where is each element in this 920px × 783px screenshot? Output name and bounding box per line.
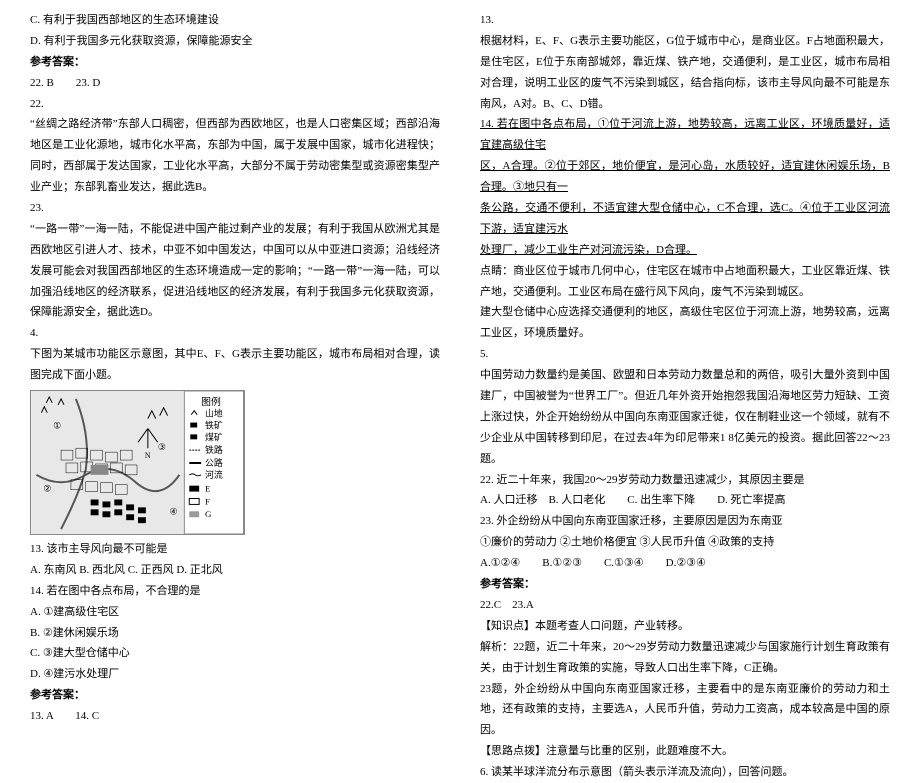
svg-text:煤矿: 煤矿 [205,431,223,442]
svg-text:E: E [205,484,210,494]
svg-text:②: ② [43,484,51,494]
answer-value-1: 22. B 23. D [30,73,440,94]
explain-points: 点睛：商业区位于城市几何中心，住宅区在城市中占地面积最大，工业区靠近煤、铁产地，… [480,261,890,303]
svg-text:①: ① [53,421,61,431]
svg-text:G: G [205,509,212,519]
option-d: D. 有利于我国多元化获取资源，保障能源安全 [30,31,440,52]
svg-text:铁路: 铁路 [205,444,223,455]
explain-23-num: 23. [30,198,440,219]
svg-text:河流: 河流 [205,469,223,480]
question-14-b: B. ②建休闲娱乐场 [30,623,440,644]
city-function-map: ① ② ③ ④ N 图例 山地 铁矿 煤矿 铁路 公路 河流 E F G [30,390,245,535]
question-14: 14. 若在图中各点布局，不合理的是 [30,581,440,602]
explain-14-line4: 处理厂，减少工业生产对河流污染，D合理。 [480,240,890,261]
question-22: 22. 近二十年来，我国20～29岁劳动力数量迅速减少，其原因主要是 [480,470,890,491]
question-14-c: C. ③建大型仓储中心 [30,643,440,664]
explain-23-text: “一路一带”一海一陆，不能促进中国产能过剩产业的发展；有利于我国从欧洲尤其是西欧… [30,219,440,323]
explain-13-text: 根据材料，E、F、G表示主要功能区，G位于城市中心，是商业区。F占地面积最大，是… [480,31,890,115]
explain-points-2: 建大型仓储中心应选择交通便利的地区，高级住宅区位于河流上游，地势较高，远离工业区… [480,302,890,344]
question-13-options: A. 东南风 B. 西北风 C. 正西风 D. 正北风 [30,560,440,581]
svg-text:F: F [205,496,210,506]
answer-label-2: 参考答案： [30,685,440,706]
explain-14-line3: 条公路，交通不便利，不适宜建大型仓储中心，C不合理，选C。④位于工业区河流下游，… [480,198,890,240]
left-column: C. 有利于我国西部地区的生态环境建设 D. 有利于我国多元化获取资源，保障能源… [30,10,440,641]
svg-text:铁矿: 铁矿 [205,420,223,431]
question-22-options: A. 人口迁移 B. 人口老化 C. 出生率下降 D. 死亡率提高 [480,490,890,511]
question-23-options: A.①②④ B.①②③ C.①③④ D.②③④ [480,553,890,574]
explain-14-line2: 区，A合理。②位于郊区，地价便宜，是河心岛，水质较好，适宜建休闲娱乐场，B合理。… [480,156,890,198]
thinking-tip: 【思路点拨】注意量与比重的区别，此题难度不大。 [480,741,890,762]
question-23: 23. 外企纷纷从中国向东南亚国家迁移，主要原因是因为东南亚 [480,511,890,532]
question-6: 6. 读某半球洋流分布示意图（箭头表示洋流及流向），回答问题。 [480,762,890,783]
question-14-d: D. ④建污水处理厂 [30,664,440,685]
explain-23b: 23题，外企纷纷从中国向东南亚国家迁移，主要看中的是东南亚廉价的劳动力和土地，还… [480,679,890,742]
answer-value-3: 22.C 23.A [480,595,890,616]
right-column: 13. 根据材料，E、F、G表示主要功能区，G位于城市中心，是商业区。F占地面积… [480,10,890,641]
question-13: 13. 该市主导风向最不可能是 [30,539,440,560]
explain-22-text: “丝绸之路经济带”东部人口稠密，但西部为西欧地区，也是人口密集区域；西部沿海地区… [30,114,440,198]
svg-text:③: ③ [158,442,166,452]
svg-text:N: N [145,451,151,460]
svg-text:山地: 山地 [205,408,223,419]
question-4-num: 4. [30,323,440,344]
question-23-items: ①廉价的劳动力 ②土地价格便宜 ③人民币升值 ④政策的支持 [480,532,890,553]
knowledge-point: 【知识点】本题考查人口问题，产业转移。 [480,616,890,637]
explain-22b: 解析：22题，近二十年来，20～29岁劳动力数量迅速减少与国家施行计划生育政策有… [480,637,890,679]
question-5-text: 中国劳动力数量约是美国、欧盟和日本劳动力数量总和的两倍，吸引大量外资到中国建厂，… [480,365,890,469]
svg-text:图例: 图例 [201,395,221,408]
answer-value-2: 13. A 14. C [30,706,440,727]
explain-13-num: 13. [480,10,890,31]
question-14-a: A. ①建高级住宅区 [30,602,440,623]
svg-text:公路: 公路 [205,457,223,468]
explain-22-num: 22. [30,94,440,115]
option-c: C. 有利于我国西部地区的生态环境建设 [30,10,440,31]
question-4-text: 下图为某城市功能区示意图，其中E、F、G表示主要功能区，城市布局相对合理，读图完… [30,344,440,386]
question-5-num: 5. [480,344,890,365]
svg-text:④: ④ [170,506,178,516]
answer-label-3: 参考答案： [480,574,890,595]
explain-14-line1: 14. 若在图中各点布局，①位于河流上游，地势较高，远离工业区，环境质量好，适宜… [480,114,890,156]
answer-label-1: 参考答案： [30,52,440,73]
